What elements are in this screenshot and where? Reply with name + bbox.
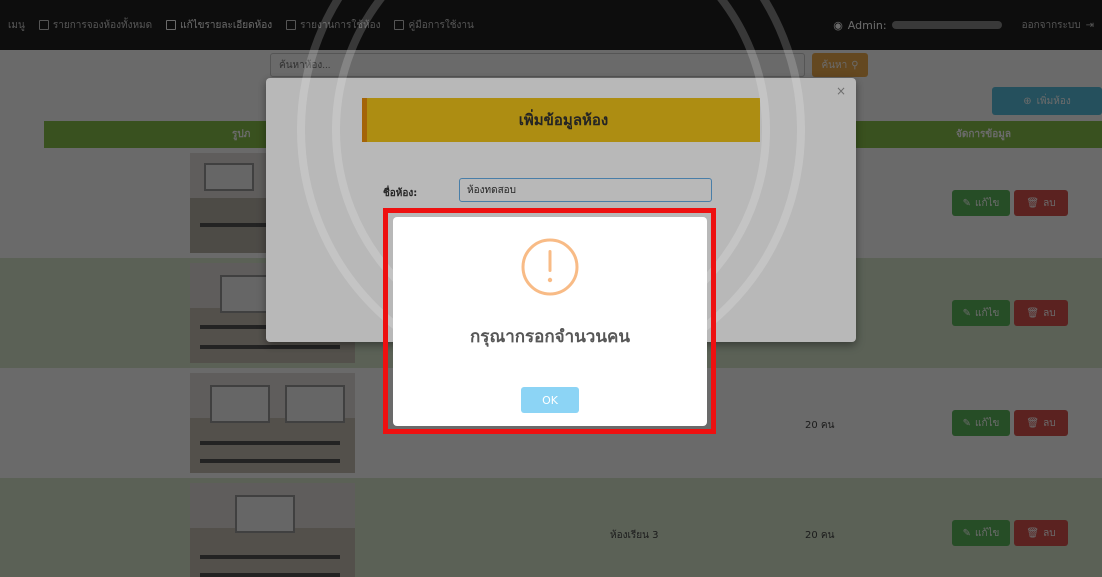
warning-exclamation-icon (521, 238, 579, 296)
ok-button[interactable]: OK (521, 387, 579, 413)
alert-message: กรุณากรอกจำนวนคน (470, 327, 630, 347)
warning-alert: กรุณากรอกจำนวนคน OK (393, 217, 707, 426)
